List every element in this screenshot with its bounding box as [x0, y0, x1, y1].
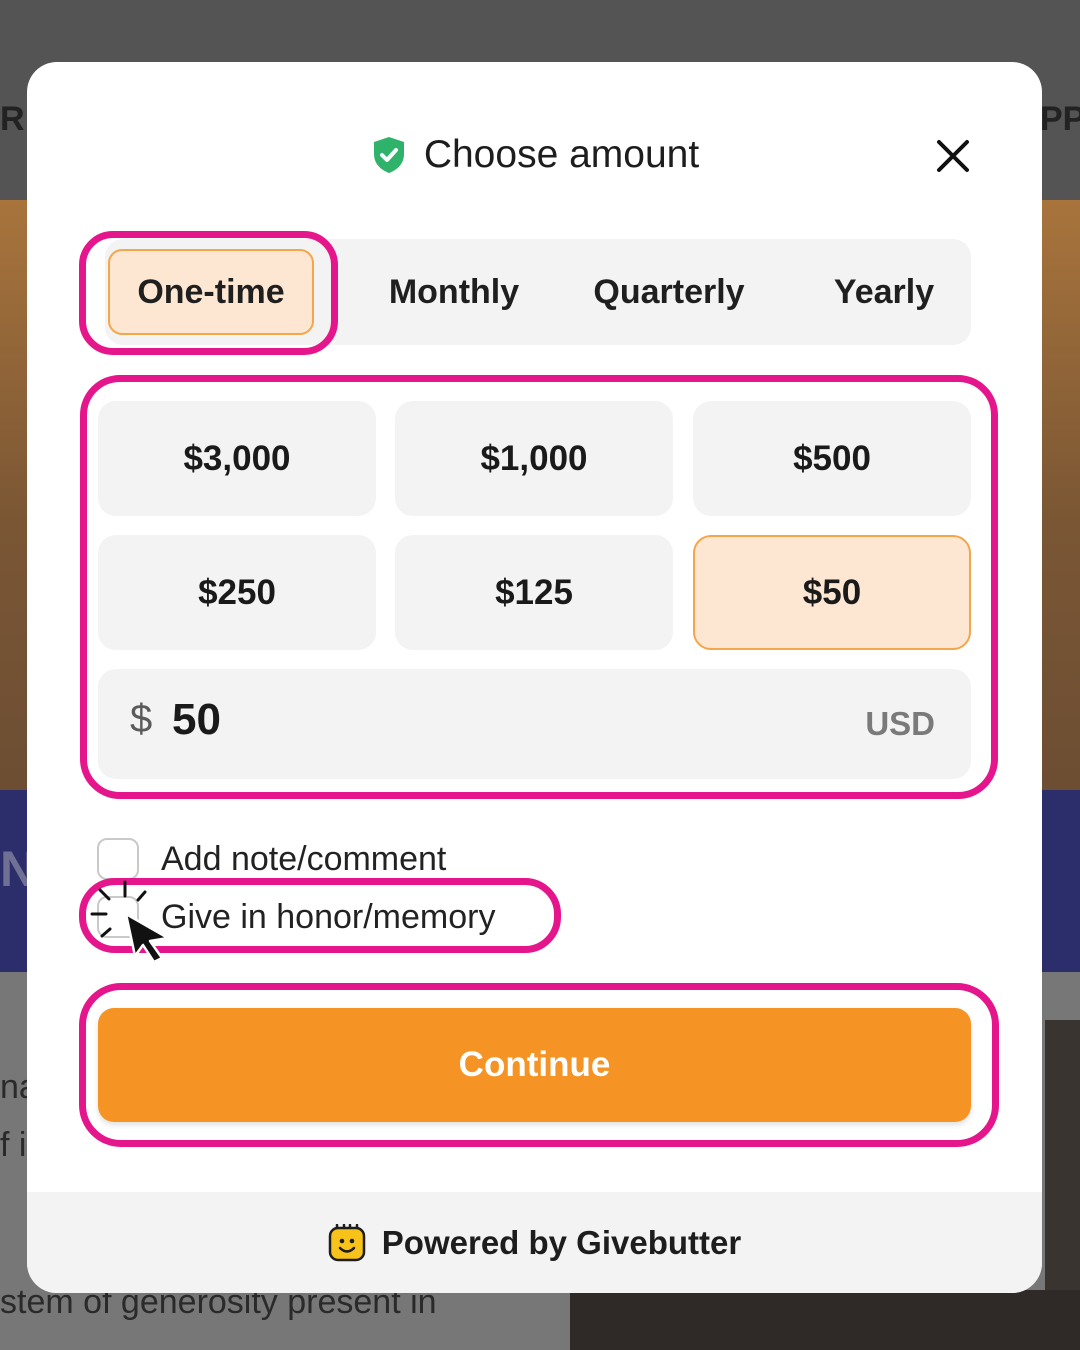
- click-cursor-icon: [90, 880, 170, 964]
- background-photo-bottom: [570, 1290, 1080, 1350]
- currency-code: USD: [865, 705, 935, 742]
- givebutter-logo-icon: [328, 1223, 366, 1261]
- modal-title: Choose amount: [423, 133, 700, 176]
- shield-check-icon: [373, 137, 404, 173]
- tab-one-time[interactable]: One-time: [108, 249, 314, 335]
- add-note-checkbox[interactable]: [97, 838, 139, 880]
- custom-amount-input[interactable]: $ 50 USD: [98, 669, 971, 779]
- tab-yearly[interactable]: Yearly: [775, 249, 993, 335]
- background-nav-text-right: PP: [1040, 100, 1080, 138]
- add-note-label: Add note/comment: [161, 839, 447, 878]
- frequency-tabs: One-time Monthly Quarterly Yearly: [105, 239, 971, 345]
- powered-by-footer: Powered by Givebutter: [27, 1192, 1042, 1293]
- powered-by-text: Powered by Givebutter: [381, 1223, 742, 1261]
- close-icon[interactable]: [935, 138, 971, 174]
- amount-button-500[interactable]: $500: [693, 401, 971, 516]
- modal-header: Choose amount: [27, 120, 1042, 190]
- amount-button-250[interactable]: $250: [98, 535, 376, 650]
- background-text-line: f i: [0, 1126, 27, 1164]
- tab-monthly[interactable]: Monthly: [345, 249, 563, 335]
- donation-modal: Choose amount One-time Monthly Quarterly…: [27, 62, 1042, 1293]
- continue-button[interactable]: Continue: [98, 1008, 971, 1122]
- background-nav-text-left: R: [0, 100, 25, 138]
- amount-button-1000[interactable]: $1,000: [395, 401, 673, 516]
- amount-value[interactable]: 50: [172, 695, 221, 745]
- add-note-option[interactable]: Add note/comment: [97, 836, 446, 882]
- currency-symbol: $: [130, 697, 153, 741]
- amount-button-3000[interactable]: $3,000: [98, 401, 376, 516]
- amount-button-50[interactable]: $50: [693, 535, 971, 650]
- title-group: Choose amount: [27, 120, 1042, 190]
- tab-quarterly[interactable]: Quarterly: [560, 249, 778, 335]
- honor-memory-label: Give in honor/memory: [161, 897, 496, 936]
- amount-button-125[interactable]: $125: [395, 535, 673, 650]
